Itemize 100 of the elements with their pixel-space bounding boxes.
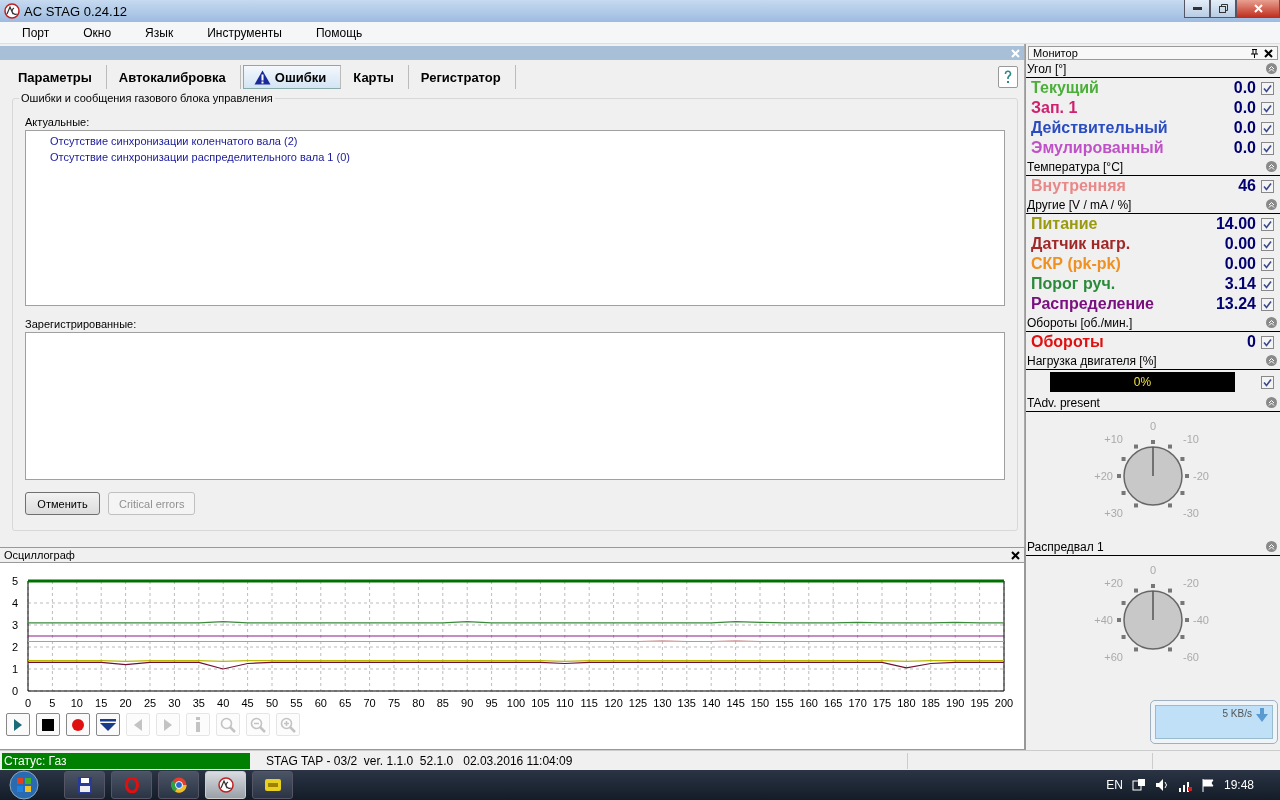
x-tick-label: 65	[339, 697, 352, 709]
toolbar-button[interactable]	[96, 713, 120, 736]
checkbox[interactable]	[1261, 179, 1274, 193]
close-icon[interactable]	[1011, 550, 1020, 560]
x-tick-label: 50	[265, 697, 279, 709]
dial-label: +20	[1094, 470, 1113, 482]
y-tick-label: 5	[11, 575, 18, 587]
taskbar-button[interactable]	[252, 771, 293, 799]
push-button[interactable]: Отменить	[25, 492, 100, 515]
tab[interactable]: Параметры	[8, 65, 107, 89]
section-title: Распредвал 1	[1027, 539, 1104, 554]
x-tick-label: 90	[461, 697, 474, 709]
tab[interactable]: Карты	[343, 65, 409, 89]
close-icon[interactable]	[1264, 48, 1273, 58]
checkbox[interactable]	[1261, 141, 1274, 155]
dial-label: -60	[1183, 651, 1199, 663]
restore-button[interactable]	[1210, 0, 1236, 18]
speaker-icon[interactable]	[1154, 778, 1169, 792]
reading-value: 0.00	[1224, 255, 1256, 273]
x-tick-label: 0	[24, 697, 32, 709]
dial-label: 0	[1149, 420, 1157, 432]
checkmark-icon	[1263, 337, 1272, 347]
tab[interactable]: Ошибки	[242, 65, 342, 89]
error-item[interactable]: Отсутствие синхронизации коленчатого вала (2)	[50, 133, 298, 149]
y-tick-label: 4	[11, 597, 18, 609]
panel-title: Монитор	[1033, 47, 1078, 59]
x-tick-label: 145	[726, 697, 745, 709]
reading-value: 0.0	[1233, 79, 1256, 97]
clock[interactable]: 19:48	[1223, 778, 1254, 792]
reading-label: Распределение	[1031, 295, 1155, 313]
x-tick-label: 80	[412, 697, 425, 709]
menu-item[interactable]: Порт	[12, 25, 60, 40]
x-tick-label: 85	[436, 697, 449, 709]
menu-item[interactable]: Помощь	[306, 25, 373, 40]
reading-label: Действительный	[1031, 119, 1169, 137]
reading-value: 0.0	[1233, 139, 1256, 157]
y-tick-label: 3	[11, 619, 18, 631]
network-icon[interactable]	[1131, 778, 1146, 792]
collapse-icon	[1266, 355, 1277, 366]
taskbar-button[interactable]	[158, 771, 199, 799]
reading-value: 46	[1238, 177, 1256, 195]
checkbox[interactable]	[1261, 101, 1274, 115]
reading-label: Датчик нагр.	[1031, 235, 1132, 253]
help-button[interactable]	[998, 66, 1018, 88]
section-title: Нагрузка двигателя [%]	[1027, 353, 1157, 368]
language-indicator[interactable]: EN	[1106, 778, 1123, 792]
collapse-icon	[1266, 199, 1277, 210]
reading-value: 0.0	[1233, 99, 1256, 117]
checkbox[interactable]	[1261, 277, 1274, 291]
x-tick-label: 95	[485, 697, 498, 709]
x-tick-label: 70	[363, 697, 376, 709]
x-tick-label: 180	[897, 697, 916, 709]
x-tick-label: 35	[192, 697, 205, 709]
checkbox[interactable]	[1261, 257, 1274, 271]
tab[interactable]: Регистратор	[410, 65, 516, 89]
x-tick-label: 100	[506, 697, 526, 709]
taskbar-button[interactable]	[64, 771, 105, 799]
reading-value: 3.14	[1224, 275, 1256, 293]
list-label: Актуальные:	[25, 116, 91, 128]
x-tick-label: 120	[604, 697, 623, 709]
left-arrow-icon	[134, 718, 142, 731]
dial-label: +10	[1104, 433, 1123, 445]
menu-item[interactable]: Язык	[135, 25, 184, 40]
toolbar-button[interactable]	[36, 713, 60, 736]
floppy-icon	[77, 777, 92, 793]
pin-icon[interactable]	[1251, 48, 1258, 58]
load-reading: 0%	[1133, 375, 1152, 389]
y-tick-label: 2	[11, 641, 18, 653]
x-tick-label: 135	[677, 697, 696, 709]
minimize-button[interactable]	[1184, 0, 1210, 18]
x-tick-label: 165	[824, 697, 843, 709]
flag-icon[interactable]	[1200, 778, 1215, 792]
close-icon	[1253, 4, 1263, 13]
checkbox[interactable]	[1261, 217, 1274, 231]
menu-item[interactable]: Инструменты	[197, 25, 292, 40]
x-tick-label: 125	[628, 697, 648, 709]
collapse-icon	[1266, 63, 1277, 74]
menu-item[interactable]: Окно	[73, 25, 122, 40]
checkbox[interactable]	[1261, 335, 1274, 349]
checkbox[interactable]	[1261, 81, 1274, 95]
error-item[interactable]: Отсутствие синхронизации распределительного вала 1 (0)	[50, 149, 350, 165]
question-icon	[1004, 70, 1012, 84]
x-tick-label: 170	[848, 697, 867, 709]
checkbox[interactable]	[1261, 297, 1274, 311]
checkbox[interactable]	[1261, 375, 1274, 389]
x-tick-label: 25	[143, 697, 157, 709]
collapse-icon	[1266, 397, 1277, 408]
checkbox[interactable]	[1261, 237, 1274, 251]
x-tick-label: 115	[580, 697, 598, 709]
reading-value: 0.00	[1224, 235, 1256, 253]
close-button[interactable]	[1236, 0, 1280, 18]
dial-label: -20	[1183, 577, 1199, 589]
group-title: Ошибки и сообщения газового блока управления	[19, 92, 275, 104]
checkbox[interactable]	[1261, 121, 1274, 135]
panel-title: Осциллограф	[4, 549, 75, 561]
x-tick-label: 185	[921, 697, 940, 709]
dial-label: -10	[1183, 433, 1199, 445]
section-title: TAdv. present	[1027, 395, 1100, 410]
tab[interactable]: Автокалибровка	[108, 65, 241, 89]
x-tick-label: 200	[994, 697, 1014, 709]
